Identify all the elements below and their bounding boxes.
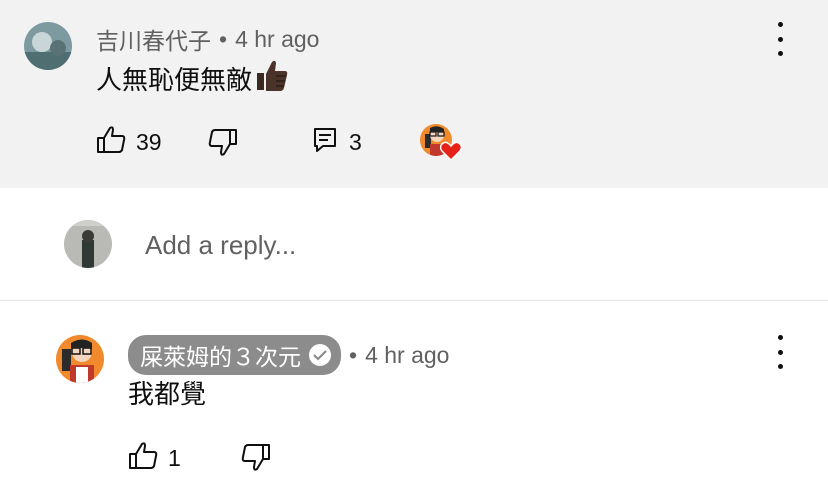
reply-dislike-button[interactable]: [241, 443, 271, 476]
thumb-up-icon: [128, 442, 158, 475]
comment-author[interactable]: 吉川春代子: [96, 22, 211, 56]
reply-count: 3: [349, 129, 362, 155]
current-user-avatar: [64, 220, 112, 268]
add-reply-row: [0, 188, 828, 301]
reply-author: 屎萊姆的３次元: [140, 344, 301, 370]
reply-like-button[interactable]: 1: [128, 442, 181, 475]
top-comment-avatar[interactable]: [24, 22, 72, 70]
thumb-down-icon: [241, 443, 271, 476]
reply-time: 4 hr ago: [365, 341, 450, 368]
reply-like-count: 1: [168, 445, 181, 471]
top-comment-menu-button[interactable]: [768, 22, 792, 56]
dislike-button[interactable]: [208, 128, 238, 161]
thumb-down-icon: [208, 128, 238, 161]
like-button[interactable]: 39: [96, 126, 162, 159]
reply-author-avatar[interactable]: [56, 335, 104, 383]
comment-time: 4 hr ago: [235, 25, 320, 52]
thumb-up-icon: [96, 126, 126, 159]
thumbs-up-emoji-icon: [254, 58, 290, 99]
creator-name-badge[interactable]: 屎萊姆的３次元: [128, 335, 341, 375]
meta-separator: •: [349, 341, 358, 368]
reply-comment-menu-button[interactable]: [768, 335, 792, 369]
reply-input[interactable]: Add a reply...: [145, 230, 296, 261]
top-comment-meta: 吉川春代子 • 4 hr ago: [96, 22, 319, 56]
comment-text: 人無恥便無敵: [96, 65, 253, 95]
verified-check-icon: [309, 344, 331, 366]
top-comment: 吉川春代子 • 4 hr ago 人無恥便無敵 39 3: [0, 0, 828, 188]
creator-heart: [420, 124, 463, 166]
reply-button[interactable]: 3: [313, 127, 362, 158]
reply-comment-meta: 屎萊姆的３次元 • 4 hr ago: [128, 335, 449, 375]
reply-icon: [313, 127, 337, 158]
reply-comment-text: 我都覺: [128, 379, 207, 409]
heart-icon: [439, 141, 463, 166]
top-comment-text-row: 人無恥便無敵: [96, 58, 290, 99]
like-count: 39: [136, 129, 162, 155]
meta-separator: •: [219, 25, 228, 52]
